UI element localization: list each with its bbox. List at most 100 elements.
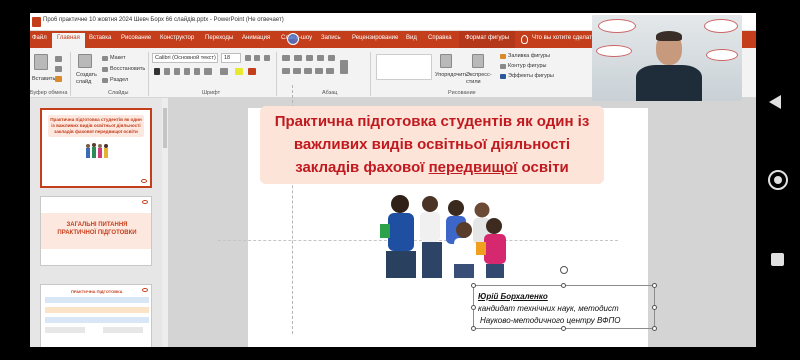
increase-indent-icon[interactable]: [317, 55, 324, 61]
clear-format-icon[interactable]: [264, 55, 270, 61]
students-image: [86, 143, 108, 158]
layout-button[interactable]: Макет: [110, 55, 126, 61]
numbering-icon[interactable]: [294, 55, 302, 61]
strikethrough-icon[interactable]: [184, 68, 190, 75]
arrange-button[interactable]: Упорядочить: [435, 72, 468, 78]
tell-me-search[interactable]: Что вы хотите сделать?: [532, 35, 598, 41]
decrease-indent-icon[interactable]: [306, 55, 313, 61]
students-photo[interactable]: [378, 190, 513, 278]
rotate-handle[interactable]: [560, 266, 568, 274]
separator: [370, 52, 371, 96]
resize-handle[interactable]: [652, 326, 657, 331]
thumbnail-photo: [103, 327, 143, 333]
tab-help[interactable]: Справка: [428, 35, 452, 41]
change-case-icon[interactable]: [220, 68, 228, 75]
shape-outline-button[interactable]: Контур фигуры: [508, 63, 546, 69]
speaker-body: [636, 65, 702, 101]
pointer-cursor: [287, 33, 299, 45]
separator: [70, 52, 71, 96]
slide-title: Практична підготовка студентів як один і…: [274, 113, 590, 176]
resize-handle[interactable]: [652, 283, 657, 288]
slide-thumbnail-3[interactable]: ПРАКТИЧНА ПІДГОТОВКА: [40, 284, 152, 347]
tab-shape-format[interactable]: Формат фигуры: [459, 31, 516, 48]
highlight-icon[interactable]: [235, 68, 243, 75]
bullets-icon[interactable]: [282, 55, 290, 61]
thumbnail-title: ЗАГАЛЬНІ ПИТАННЯ ПРАКТИЧНОЇ ПІДГОТОВКИ: [57, 222, 137, 236]
author-affiliation: Науково-методичного центру ВФПО: [480, 316, 621, 325]
section-button[interactable]: Раздел: [110, 77, 128, 83]
tab-file[interactable]: Файл: [32, 35, 47, 41]
drawing-group-label: Рисование: [448, 90, 476, 96]
separator: [276, 52, 277, 96]
format-painter-icon[interactable]: [55, 76, 62, 82]
align-left-icon[interactable]: [282, 68, 290, 74]
tab-designer[interactable]: Конструктор: [160, 35, 194, 41]
underline-icon[interactable]: [174, 68, 180, 75]
align-center-icon[interactable]: [293, 68, 301, 74]
quick-styles-icon[interactable]: [472, 54, 484, 68]
author-name: Юрій Борхаленко: [478, 292, 548, 301]
shapes-gallery[interactable]: [376, 54, 432, 80]
new-slide-button[interactable]: Создать слайд: [76, 72, 100, 86]
cut-icon[interactable]: [55, 56, 62, 62]
college-logo: [142, 200, 148, 204]
font-size-select[interactable]: 18: [221, 53, 241, 63]
slide-title-box[interactable]: Практична підготовка студентів як один і…: [260, 106, 604, 184]
back-icon[interactable]: [769, 95, 781, 109]
resize-handle[interactable]: [471, 283, 476, 288]
tab-home[interactable]: Главная: [52, 33, 85, 48]
shape-outline-icon[interactable]: [500, 64, 506, 69]
shadow-icon[interactable]: [194, 68, 200, 75]
reset-button[interactable]: Восстановить: [110, 66, 145, 72]
font-color-icon[interactable]: [248, 68, 256, 75]
italic-icon[interactable]: [164, 68, 170, 75]
lightbulb-icon: [521, 35, 528, 44]
shape-fill-icon[interactable]: [500, 54, 506, 59]
resize-handle[interactable]: [561, 283, 566, 288]
scrollbar-thumb[interactable]: [163, 108, 167, 148]
text-direction-icon[interactable]: [340, 60, 348, 74]
line-spacing-icon[interactable]: [328, 55, 335, 61]
thumbnail-text-block: [45, 317, 149, 323]
reset-icon[interactable]: [102, 67, 108, 72]
home-icon[interactable]: [768, 170, 788, 190]
thumbnail-text-block: [45, 297, 149, 303]
new-slide-icon[interactable]: [78, 54, 92, 68]
shape-fill-button[interactable]: Заливка фигуры: [508, 53, 550, 59]
tab-review[interactable]: Рецензирование: [352, 35, 398, 41]
slide-thumbnail-1[interactable]: Практична підготовка студентів як один і…: [40, 108, 152, 188]
video-call-overlay[interactable]: [592, 15, 742, 101]
layout-icon[interactable]: [102, 56, 108, 61]
tab-view[interactable]: Вид: [406, 35, 417, 41]
increase-font-icon[interactable]: [245, 55, 251, 61]
paste-button[interactable]: Вставить: [32, 76, 55, 82]
justify-icon[interactable]: [315, 68, 323, 74]
wall-logo: [706, 49, 738, 61]
resize-handle[interactable]: [561, 326, 566, 331]
section-icon[interactable]: [102, 78, 108, 83]
recent-apps-icon[interactable]: [771, 253, 784, 266]
college-logo: [142, 288, 148, 292]
paste-icon[interactable]: [34, 54, 48, 70]
tab-animation[interactable]: Анимация: [242, 35, 270, 41]
resize-handle[interactable]: [471, 305, 476, 310]
tab-insert[interactable]: Вставка: [89, 35, 111, 41]
bold-icon[interactable]: [154, 68, 160, 75]
tab-transitions[interactable]: Переходы: [205, 35, 233, 41]
slide-thumbnail-2[interactable]: ЗАГАЛЬНІ ПИТАННЯ ПРАКТИЧНОЇ ПІДГОТОВКИ: [40, 196, 152, 266]
align-right-icon[interactable]: [304, 68, 312, 74]
columns-icon[interactable]: [326, 68, 334, 74]
tab-draw[interactable]: Рисование: [121, 35, 151, 41]
author-title: кандидат технічних наук, методист: [478, 304, 619, 313]
resize-handle[interactable]: [471, 326, 476, 331]
shape-effects-icon[interactable]: [500, 74, 506, 79]
arrange-icon[interactable]: [440, 54, 452, 68]
quick-styles-button[interactable]: Экспресс-стили: [466, 72, 496, 86]
decrease-font-icon[interactable]: [254, 55, 260, 61]
copy-icon[interactable]: [55, 66, 62, 72]
resize-handle[interactable]: [652, 305, 657, 310]
font-name-select[interactable]: Calibri (Основной текст): [152, 53, 218, 63]
tab-record[interactable]: Запись: [321, 35, 341, 41]
shape-effects-button[interactable]: Эффекты фигуры: [508, 73, 554, 79]
char-spacing-icon[interactable]: [204, 68, 212, 75]
